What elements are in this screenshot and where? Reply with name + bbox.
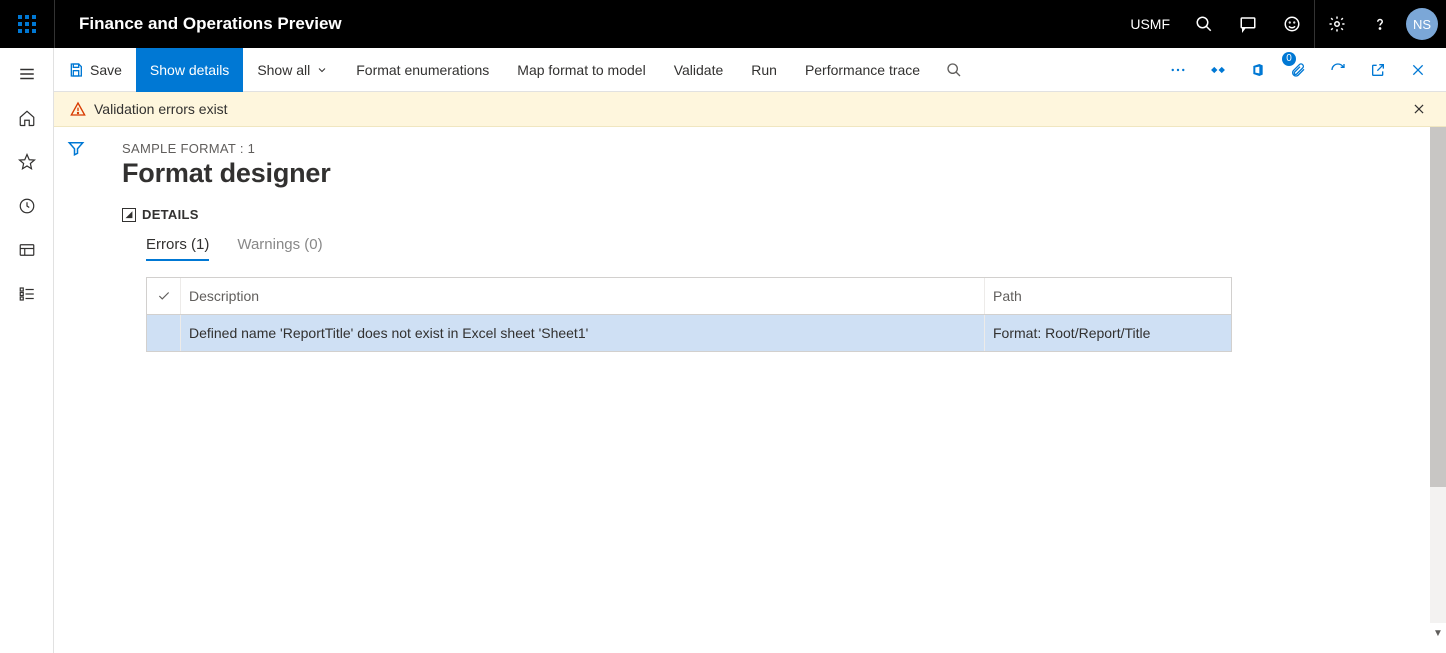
chevron-down-icon xyxy=(316,64,328,76)
legal-entity-label[interactable]: USMF xyxy=(1118,16,1182,32)
select-all-checkbox[interactable] xyxy=(147,278,181,314)
row-path: Format: Root/Report/Title xyxy=(985,315,1231,351)
save-label: Save xyxy=(90,62,122,78)
command-search-button[interactable] xyxy=(934,48,974,92)
show-details-label: Show details xyxy=(150,62,229,78)
messages-button[interactable] xyxy=(1226,0,1270,48)
row-checkbox[interactable] xyxy=(147,315,181,351)
content-row: SAMPLE FORMAT : 1 Format designer ◢ DETA… xyxy=(54,127,1446,653)
header-right: USMF NS xyxy=(1118,0,1446,48)
performance-trace-button[interactable]: Performance trace xyxy=(791,48,934,92)
popout-icon xyxy=(1370,62,1386,78)
scrollbar-track[interactable] xyxy=(1430,127,1446,623)
chat-icon xyxy=(1239,15,1257,33)
workspace-icon xyxy=(18,241,36,259)
hamburger-icon xyxy=(18,65,36,83)
modules-icon xyxy=(18,285,36,303)
help-button[interactable] xyxy=(1358,0,1402,48)
connector-button[interactable] xyxy=(1198,48,1238,92)
nav-recent-button[interactable] xyxy=(3,184,51,228)
run-label: Run xyxy=(751,62,777,78)
validate-button[interactable]: Validate xyxy=(660,48,738,92)
collapse-icon: ◢ xyxy=(122,208,136,222)
left-nav-rail xyxy=(0,48,54,653)
office-button[interactable] xyxy=(1238,48,1278,92)
errors-grid: Description Path Defined name 'ReportTit… xyxy=(146,277,1232,352)
warning-icon xyxy=(70,101,86,117)
scroll-down-button[interactable]: ▼ xyxy=(1430,625,1446,641)
ellipsis-icon xyxy=(1169,61,1187,79)
office-icon xyxy=(1250,62,1266,78)
details-tabs: Errors (1) Warnings (0) xyxy=(146,236,1422,261)
main-area: Save Show details Show all Format enumer… xyxy=(54,48,1446,653)
tab-warnings[interactable]: Warnings (0) xyxy=(237,236,322,261)
refresh-button[interactable] xyxy=(1318,48,1358,92)
show-details-button[interactable]: Show details xyxy=(136,48,243,92)
check-icon xyxy=(157,289,171,303)
star-icon xyxy=(18,153,36,171)
page-title: Format designer xyxy=(122,158,1422,189)
global-header: Finance and Operations Preview USMF NS xyxy=(0,0,1446,48)
clock-icon xyxy=(18,197,36,215)
show-all-label: Show all xyxy=(257,62,310,78)
feedback-button[interactable] xyxy=(1270,0,1314,48)
refresh-icon xyxy=(1330,62,1346,78)
show-all-button[interactable]: Show all xyxy=(243,48,342,92)
waffle-icon xyxy=(18,15,36,33)
filter-icon xyxy=(67,139,85,157)
gear-icon xyxy=(1328,15,1346,33)
column-header-path[interactable]: Path xyxy=(985,278,1231,314)
app-launcher-button[interactable] xyxy=(0,0,54,48)
filter-button[interactable] xyxy=(67,139,85,653)
run-button[interactable]: Run xyxy=(737,48,791,92)
app-title: Finance and Operations Preview xyxy=(54,0,342,48)
more-button[interactable] xyxy=(1158,48,1198,92)
search-button[interactable] xyxy=(1182,0,1226,48)
details-label: DETAILS xyxy=(142,207,199,222)
page-content: SAMPLE FORMAT : 1 Format designer ◢ DETA… xyxy=(98,127,1446,653)
help-icon xyxy=(1371,15,1389,33)
map-format-label: Map format to model xyxy=(517,62,645,78)
banner-message: Validation errors exist xyxy=(94,101,228,117)
attachments-button[interactable]: 0 xyxy=(1278,48,1318,92)
row-description: Defined name 'ReportTitle' does not exis… xyxy=(181,315,985,351)
home-icon xyxy=(18,109,36,127)
filter-column xyxy=(54,127,98,653)
scrollbar-thumb[interactable] xyxy=(1430,127,1446,487)
validation-banner: Validation errors exist xyxy=(54,92,1446,127)
nav-workspaces-button[interactable] xyxy=(3,228,51,272)
tab-errors[interactable]: Errors (1) xyxy=(146,236,209,261)
attachments-badge: 0 xyxy=(1282,52,1296,66)
close-button[interactable] xyxy=(1398,48,1438,92)
table-row[interactable]: Defined name 'ReportTitle' does not exis… xyxy=(147,315,1231,352)
nav-home-button[interactable] xyxy=(3,96,51,140)
settings-button[interactable] xyxy=(1314,0,1358,48)
nav-expand-button[interactable] xyxy=(3,52,51,96)
close-icon xyxy=(1412,102,1426,116)
user-avatar[interactable]: NS xyxy=(1406,8,1438,40)
nav-favorites-button[interactable] xyxy=(3,140,51,184)
format-enumerations-button[interactable]: Format enumerations xyxy=(342,48,503,92)
nav-modules-button[interactable] xyxy=(3,272,51,316)
close-icon xyxy=(1410,62,1426,78)
details-section-toggle[interactable]: ◢ DETAILS xyxy=(122,207,1422,222)
performance-trace-label: Performance trace xyxy=(805,62,920,78)
search-icon xyxy=(946,62,962,78)
search-icon xyxy=(1195,15,1213,33)
smiley-icon xyxy=(1283,15,1301,33)
save-button[interactable]: Save xyxy=(54,48,136,92)
popout-button[interactable] xyxy=(1358,48,1398,92)
breadcrumb: SAMPLE FORMAT : 1 xyxy=(122,141,1422,156)
column-header-description[interactable]: Description xyxy=(181,278,985,314)
banner-close-button[interactable] xyxy=(1408,98,1430,120)
format-enumerations-label: Format enumerations xyxy=(356,62,489,78)
grid-header: Description Path xyxy=(147,278,1231,315)
map-format-button[interactable]: Map format to model xyxy=(503,48,659,92)
command-bar: Save Show details Show all Format enumer… xyxy=(54,48,1446,92)
save-icon xyxy=(68,62,84,78)
validate-label: Validate xyxy=(674,62,724,78)
diamond-icon xyxy=(1209,61,1227,79)
